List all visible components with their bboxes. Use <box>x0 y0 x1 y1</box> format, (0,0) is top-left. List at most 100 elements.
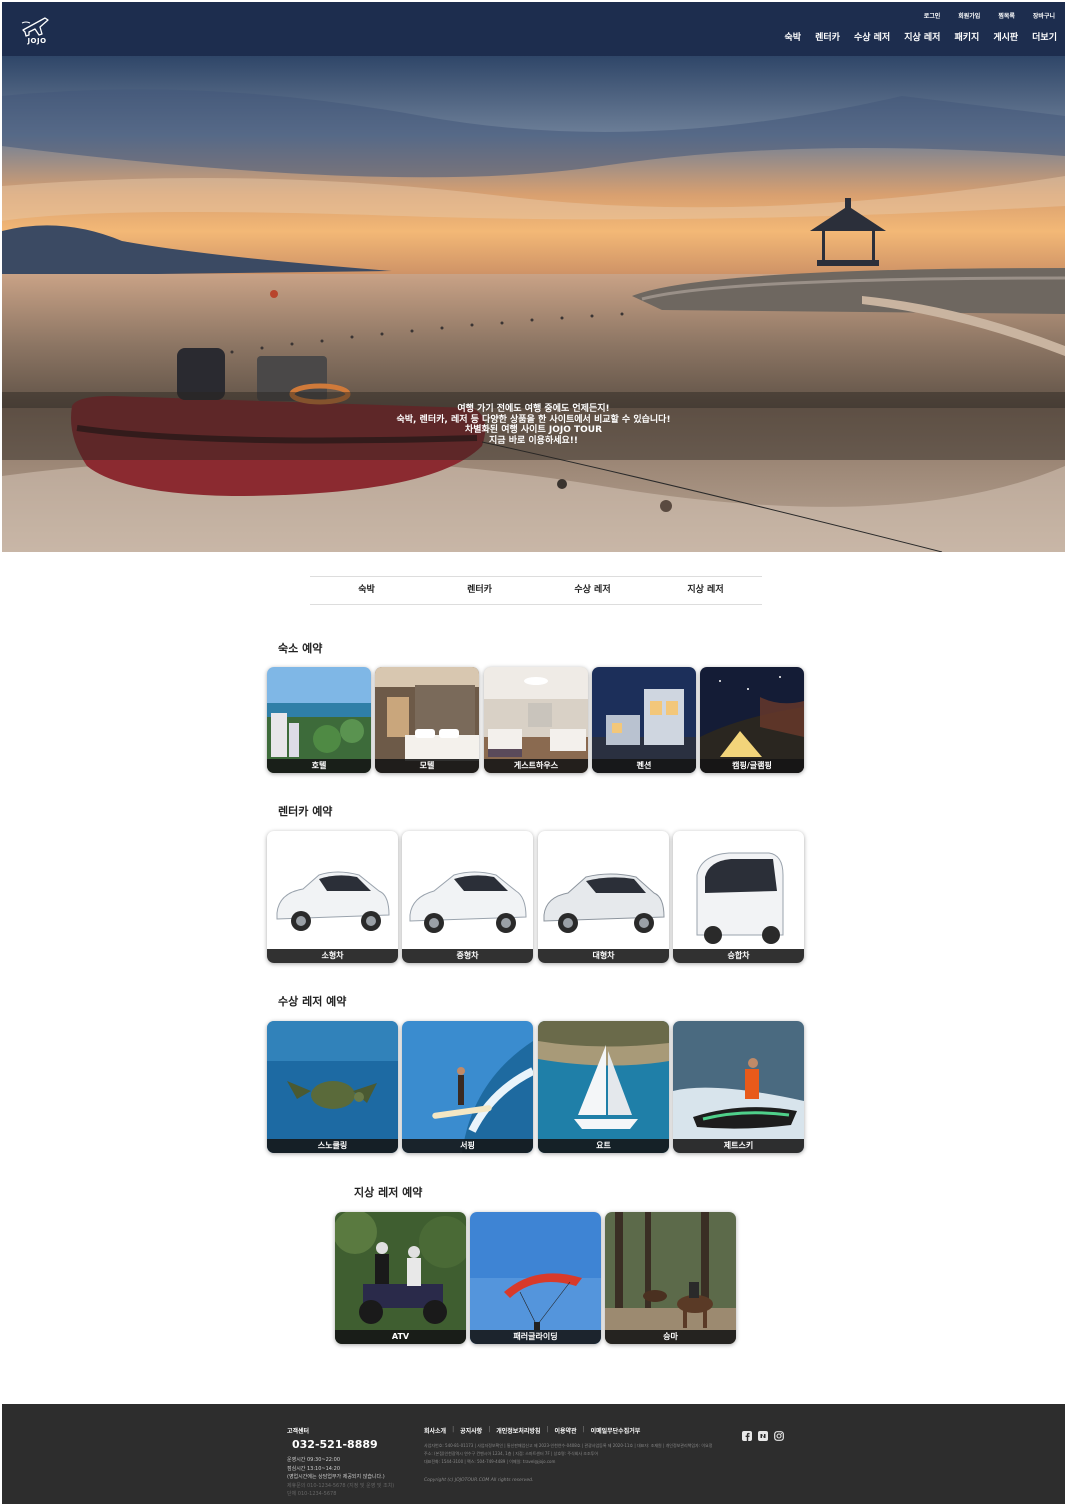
motel-image <box>375 667 479 773</box>
water-card-label: 스노쿨링 <box>267 1139 398 1153</box>
main-nav: 숙박 렌터카 수상 레저 지상 레저 패키지 게시판 더보기 <box>785 30 1057 43</box>
nav-item-board[interactable]: 게시판 <box>993 30 1018 43</box>
snorkeling-image <box>267 1021 398 1153</box>
cart-link[interactable]: 장바구니 <box>1033 11 1055 20</box>
stay-card-pension[interactable]: 펜션 <box>592 667 696 773</box>
stay-card-label: 모텔 <box>375 759 479 773</box>
hours-line: 점심시간 13:10~14:20 <box>287 1465 340 1472</box>
nav-item-land-leisure[interactable]: 지상 레저 <box>904 30 940 43</box>
category-tabs: 숙박 렌터카 수상 레저 지상 레저 <box>310 576 762 605</box>
atv-image <box>335 1212 466 1344</box>
car-card-midsize[interactable]: 중형차 <box>402 831 533 963</box>
hero-banner: 여행 가기 전에도 여행 중에도 언제든지! 숙박, 렌터카, 레저 등 다양한… <box>2 56 1065 552</box>
utility-nav: 로그인 회원가입 찜목록 장바구니 <box>924 11 1055 20</box>
stay-card-motel[interactable]: 모텔 <box>375 667 479 773</box>
business-hours: 운영시간 09:30~22:00 점심시간 13:10~14:20 (영업시간에… <box>287 1456 394 1499</box>
instagram-icon[interactable] <box>774 1426 784 1441</box>
hero-caption: 여행 가기 전에도 여행 중에도 언제든지! 숙박, 렌터카, 레저 등 다양한… <box>2 392 1065 460</box>
section-title-land-leisure: 지상 레저 예약 <box>354 1186 423 1199</box>
guesthouse-image <box>484 667 588 773</box>
land-card-label: ATV <box>335 1330 466 1344</box>
water-card-surfing[interactable]: 서핑 <box>402 1021 533 1153</box>
stay-card-guesthouse[interactable]: 게스트하우스 <box>484 667 588 773</box>
stay-card-label: 게스트하우스 <box>484 759 588 773</box>
company-info: 사업자번호: 540-81-01173 | 사업자정보확인 | 통신판매업신고 … <box>424 1442 804 1466</box>
midsize-car-image <box>409 871 527 933</box>
car-card-label: 중형차 <box>402 949 533 963</box>
customer-center-title: 고객센터 <box>287 1428 310 1435</box>
car-card-label: 대형차 <box>538 949 669 963</box>
water-card-label: 서핑 <box>402 1139 533 1153</box>
nav-item-stay[interactable]: 숙박 <box>785 30 802 43</box>
separator: | <box>452 1426 455 1433</box>
separator: | <box>488 1426 491 1433</box>
compact-car-image <box>276 871 390 931</box>
water-card-yacht[interactable]: 요트 <box>538 1021 669 1153</box>
fullsize-car-image <box>543 873 665 933</box>
footer-link-privacy[interactable]: 개인정보처리방침 <box>496 1426 540 1435</box>
car-card-label: 승합차 <box>673 949 804 963</box>
company-info-line: 주소: (본점)인천광역시 연수구 컨벤시아 1234, 1층 | 지점: 스마… <box>424 1451 599 1456</box>
water-card-jetski[interactable]: 제트스키 <box>673 1021 804 1153</box>
facebook-icon[interactable] <box>742 1426 752 1441</box>
company-info-line: 사업자번호: 540-81-01173 | 사업자정보확인 | 통신판매업신고 … <box>424 1443 713 1448</box>
airplane-icon <box>21 17 49 37</box>
camping-image <box>700 667 804 773</box>
pension-image <box>592 667 696 773</box>
car-card-van[interactable]: 승합차 <box>673 831 804 963</box>
car-card-compact[interactable]: 소형차 <box>267 831 398 963</box>
jetski-image <box>673 1021 804 1153</box>
water-card-label: 제트스키 <box>673 1139 804 1153</box>
tab-stay[interactable]: 숙박 <box>310 577 423 604</box>
hours-line: 단체 010-1234-5678 <box>287 1491 337 1497</box>
wishlist-link[interactable]: 찜목록 <box>998 11 1015 20</box>
tab-water-leisure[interactable]: 수상 레저 <box>536 577 649 604</box>
customer-center-phone[interactable]: 032-521-8889 <box>292 1438 378 1451</box>
hours-line: 제휴문의 010-1234-5678 (지정 및 운영 및 조치) <box>287 1482 395 1489</box>
login-link[interactable]: 로그인 <box>924 11 941 20</box>
nav-item-more[interactable]: 더보기 <box>1032 30 1057 43</box>
logo[interactable]: JOJO <box>20 14 50 46</box>
signup-link[interactable]: 회원가입 <box>958 11 980 20</box>
stay-card-hotel[interactable]: 호텔 <box>267 667 371 773</box>
water-card-label: 요트 <box>538 1139 669 1153</box>
yacht-image <box>538 1021 669 1153</box>
land-card-label: 패러글라이딩 <box>470 1330 601 1344</box>
land-card-atv[interactable]: ATV <box>335 1212 466 1344</box>
footer-links: 회사소개 | 공지사항 | 개인정보처리방침 | 이용약관 | 이메일무단수집거… <box>424 1426 640 1435</box>
footer-link-notice[interactable]: 공지사항 <box>460 1426 482 1435</box>
footer-link-email-policy[interactable]: 이메일무단수집거부 <box>591 1426 641 1435</box>
land-card-horse-riding[interactable]: 승마 <box>605 1212 736 1344</box>
site-header: JOJO 로그인 회원가입 찜목록 장바구니 숙박 렌터카 수상 레저 지상 레… <box>2 2 1065 56</box>
copyright: Copyright (c) JOJOTOUR.COM All rights re… <box>424 1478 534 1483</box>
hours-line: 운영시간 09:30~22:00 <box>287 1457 340 1463</box>
car-card-fullsize[interactable]: 대형차 <box>538 831 669 963</box>
tab-land-leisure[interactable]: 지상 레저 <box>649 577 762 604</box>
nav-item-package[interactable]: 패키지 <box>954 30 979 43</box>
land-card-paragliding[interactable]: 패러글라이딩 <box>470 1212 601 1344</box>
stay-card-camping[interactable]: 캠핑/글램핑 <box>700 667 804 773</box>
land-card-label: 승마 <box>605 1330 736 1344</box>
company-info-line: 대표전화: 1544-3100 | 팩스: 504-749-4489 | 이메일… <box>424 1459 556 1464</box>
site-footer: 고객센터 032-521-8889 운영시간 09:30~22:00 점심시간 … <box>2 1404 1065 1504</box>
surfing-image <box>402 1021 533 1153</box>
section-title-water-leisure: 수상 레저 예약 <box>278 995 347 1008</box>
van-image <box>696 852 784 944</box>
beach-sunset-image <box>2 56 1065 552</box>
water-card-snorkeling[interactable]: 스노쿨링 <box>267 1021 398 1153</box>
nav-item-rentcar[interactable]: 렌터카 <box>815 30 840 43</box>
hero-caption-line: 숙박, 렌터카, 레저 등 다양한 상품을 한 사이트에서 비교할 수 있습니다… <box>396 414 671 425</box>
section-title-rentcar: 렌터카 예약 <box>278 805 333 818</box>
tab-rentcar[interactable]: 렌터카 <box>423 577 536 604</box>
sns-links <box>742 1426 784 1441</box>
section-title-stay: 숙소 예약 <box>278 642 323 655</box>
hours-line: (영업시간에는 상담업무가 제공되지 않습니다.) <box>287 1474 385 1480</box>
hero-caption-line: 지금 바로 이용하세요!! <box>489 435 578 446</box>
blog-icon[interactable] <box>758 1426 768 1441</box>
separator: | <box>546 1426 549 1433</box>
nav-item-water-leisure[interactable]: 수상 레저 <box>854 30 890 43</box>
footer-link-terms[interactable]: 이용약관 <box>554 1426 576 1435</box>
footer-link-about[interactable]: 회사소개 <box>424 1426 446 1435</box>
logo-text: JOJO <box>27 37 47 45</box>
separator: | <box>582 1426 585 1433</box>
